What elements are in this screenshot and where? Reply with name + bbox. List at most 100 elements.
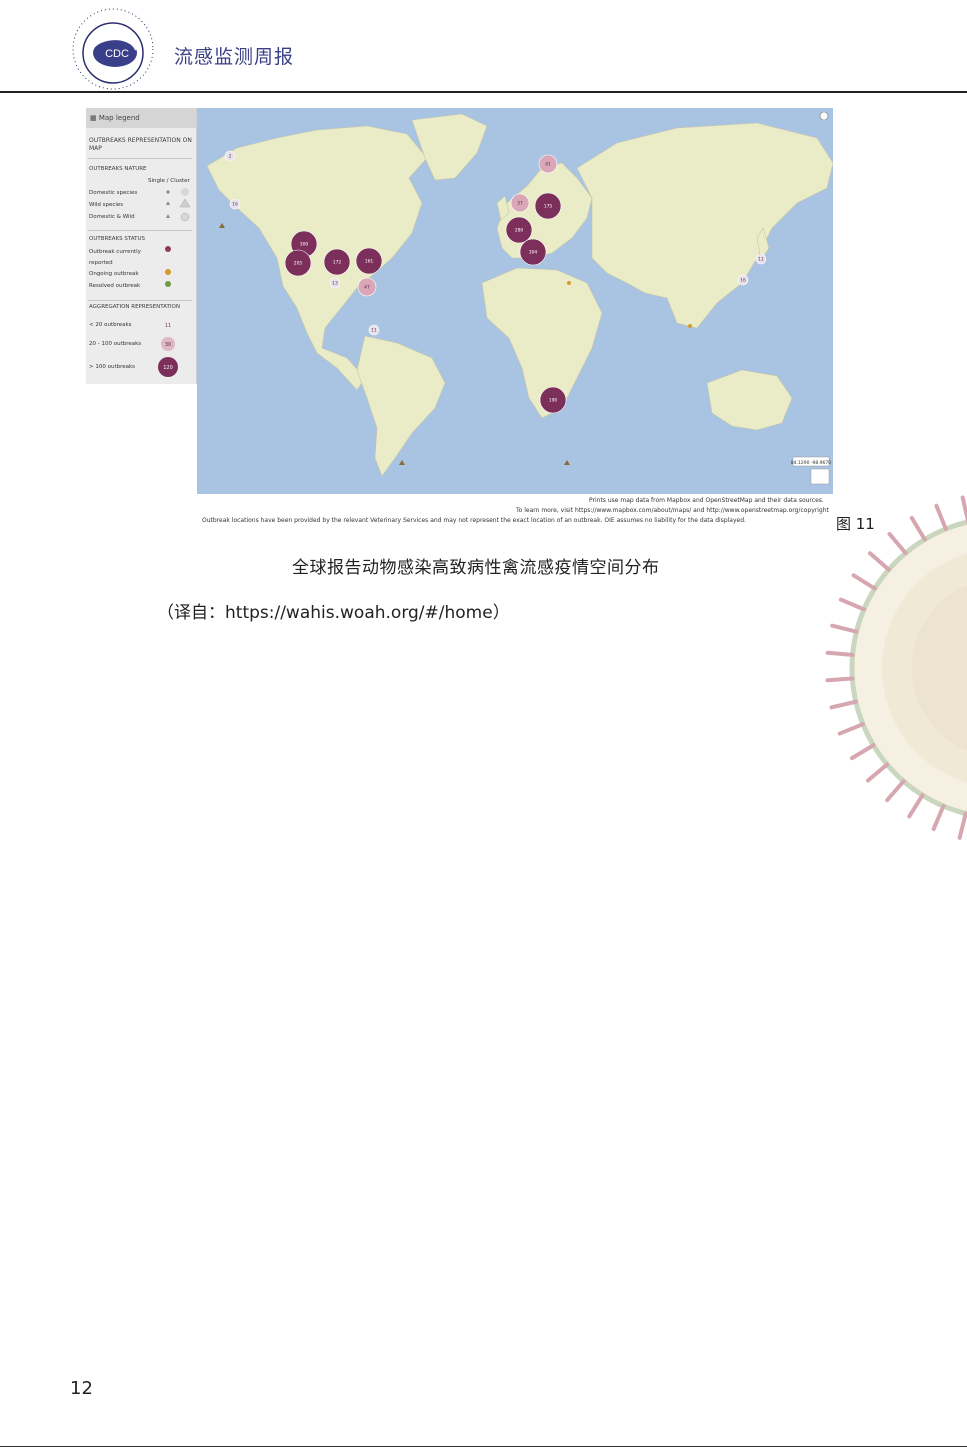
virus-spike [934, 503, 948, 531]
legend-divider [88, 300, 192, 301]
ongoing-status-icon [165, 269, 171, 275]
virus-spike [909, 515, 927, 542]
resolved-status-icon [165, 281, 171, 287]
cluster-both-icon [180, 212, 190, 222]
ongoing-marker [567, 281, 571, 285]
virus-spike [957, 811, 967, 840]
cluster-count-label: 2 [229, 154, 232, 160]
coords-readout: 84.1290 -98.9670 [791, 460, 831, 466]
figure-caption: 全球报告动物感染高致病性禽流感疫情空间分布 [292, 558, 660, 578]
attribution-line-2: To learn more, visit https://www.mapbox.… [516, 507, 829, 514]
cluster-count-label: 190 [549, 398, 558, 404]
cluster-wild-icon [179, 198, 191, 208]
world-map[interactable]: 2 16 300 205 172 161 13 47 11 41 37 175 280 304 11 16 19… [197, 108, 833, 494]
virus-spike [931, 804, 946, 832]
outbreak-cluster[interactable]: 11 [755, 253, 767, 265]
cluster-count-label: 304 [529, 250, 538, 256]
current-status-icon [165, 246, 171, 252]
fullscreen-icon[interactable] [819, 111, 829, 121]
virus-spike [829, 699, 858, 710]
nature-item-domestic: Domestic species [89, 190, 138, 196]
map-legend: ▦ Map legend OUTBREAKS REPRESENTATION ON… [86, 108, 197, 384]
nature-item-wild: Wild species [89, 202, 124, 208]
cluster-count-label: 161 [365, 259, 374, 265]
outbreak-cluster[interactable]: 190 [539, 386, 567, 414]
legend-divider [88, 230, 192, 231]
virus-spike [867, 551, 891, 572]
outbreak-map-figure: ▦ Map legend OUTBREAKS REPRESENTATION ON… [86, 108, 834, 528]
aggregation-item-large: > 100 outbreaks [89, 364, 136, 370]
legend-divider [88, 158, 192, 159]
source-note: （译自：https://wahis.woah.org/#/home） [157, 603, 510, 623]
attribution-line-3: Outbreak locations have been provided by… [202, 517, 746, 524]
single-both-icon [166, 214, 170, 218]
outbreak-cluster[interactable]: 41 [538, 154, 558, 174]
cluster-count-label: 280 [515, 228, 524, 234]
virus-spike [865, 762, 890, 783]
cluster-count-label: 47 [364, 285, 370, 291]
virus-spike [830, 623, 859, 634]
status-item-ongoing: Ongoing outbreak [89, 271, 139, 277]
outbreak-cluster[interactable]: 16 [737, 274, 749, 286]
legend-heading: OUTBREAKS REPRESENTATION ON MAP [89, 137, 192, 152]
nature-label: OUTBREAKS NATURE [89, 166, 147, 172]
virus-spike [837, 722, 865, 736]
legend-header[interactable]: ▦ Map legend [86, 108, 196, 128]
cluster-count-label: 16 [740, 278, 746, 284]
outbreak-cluster[interactable]: 37 [510, 193, 530, 213]
outbreak-cluster[interactable]: 47 [357, 277, 377, 297]
outbreak-cluster[interactable]: 161 [355, 247, 383, 275]
outbreak-cluster[interactable]: 16 [229, 198, 241, 210]
virus-spike [849, 743, 876, 761]
legend-title: Map legend [98, 114, 140, 122]
logo-text: CDC [105, 48, 129, 60]
page-number: 12 [70, 1378, 93, 1399]
cluster-domestic-icon [181, 188, 189, 196]
single-wild-icon [166, 201, 170, 205]
ongoing-marker [688, 324, 692, 328]
cluster-count-label: 300 [300, 242, 309, 248]
virus-spike [825, 650, 855, 657]
map-canvas[interactable]: 2 16 300 205 172 161 13 47 11 41 37 175 280 304 11 16 19… [197, 108, 833, 494]
cluster-count-label: 11 [371, 328, 377, 334]
single-cluster-label: Single / Cluster [148, 178, 190, 184]
virus-spike [825, 676, 855, 683]
outbreak-cluster[interactable]: 280 [505, 216, 533, 244]
footer-divider [0, 1446, 967, 1447]
outbreak-cluster[interactable]: 304 [519, 238, 547, 266]
aggregation-label: AGGREGATION REPRESENTATION [89, 304, 180, 310]
sample-small-label: 11 [165, 323, 171, 329]
outbreak-cluster[interactable]: 172 [323, 248, 351, 276]
aggregation-samples: 11 30 120 [158, 323, 178, 377]
outbreak-cluster[interactable]: 2 [224, 150, 236, 162]
virus-spike [885, 779, 906, 803]
virus-spike [907, 793, 925, 819]
cluster-count-label: 205 [294, 261, 303, 267]
nature-item-both: Domestic & Wild [89, 214, 135, 220]
single-domestic-icon [166, 190, 170, 194]
header-divider [0, 91, 967, 93]
cluster-count-label: 172 [333, 260, 342, 266]
attribution-line-1: Prints use map data from Mapbox and Open… [589, 497, 824, 504]
cluster-count-label: 175 [544, 204, 553, 210]
outbreak-cluster[interactable]: 175 [534, 192, 562, 220]
aggregation-item-medium: 20 - 100 outbreaks [89, 341, 142, 347]
cluster-count-label: 11 [758, 257, 764, 263]
outbreak-cluster[interactable]: 13 [329, 277, 341, 289]
nature-symbols [166, 188, 191, 222]
cluster-count-label: 41 [545, 162, 551, 168]
sample-large-label: 120 [163, 365, 173, 371]
cluster-count-label: 37 [517, 201, 523, 207]
sample-medium-label: 30 [165, 342, 171, 348]
cluster-count-label: 16 [232, 202, 238, 208]
outbreak-cluster[interactable]: 205 [284, 249, 312, 277]
virus-spike [960, 495, 967, 524]
map-icon: ▦ [90, 114, 99, 122]
cdc-logo: CDC [70, 6, 156, 92]
outbreak-cluster[interactable]: 11 [368, 324, 380, 336]
virus-spike [838, 597, 866, 612]
virus-spike [851, 573, 877, 591]
status-item-resolved: Resolved outbreak [89, 283, 141, 289]
virus-illustration [812, 478, 967, 858]
report-title: 流感监测周报 [174, 46, 295, 68]
